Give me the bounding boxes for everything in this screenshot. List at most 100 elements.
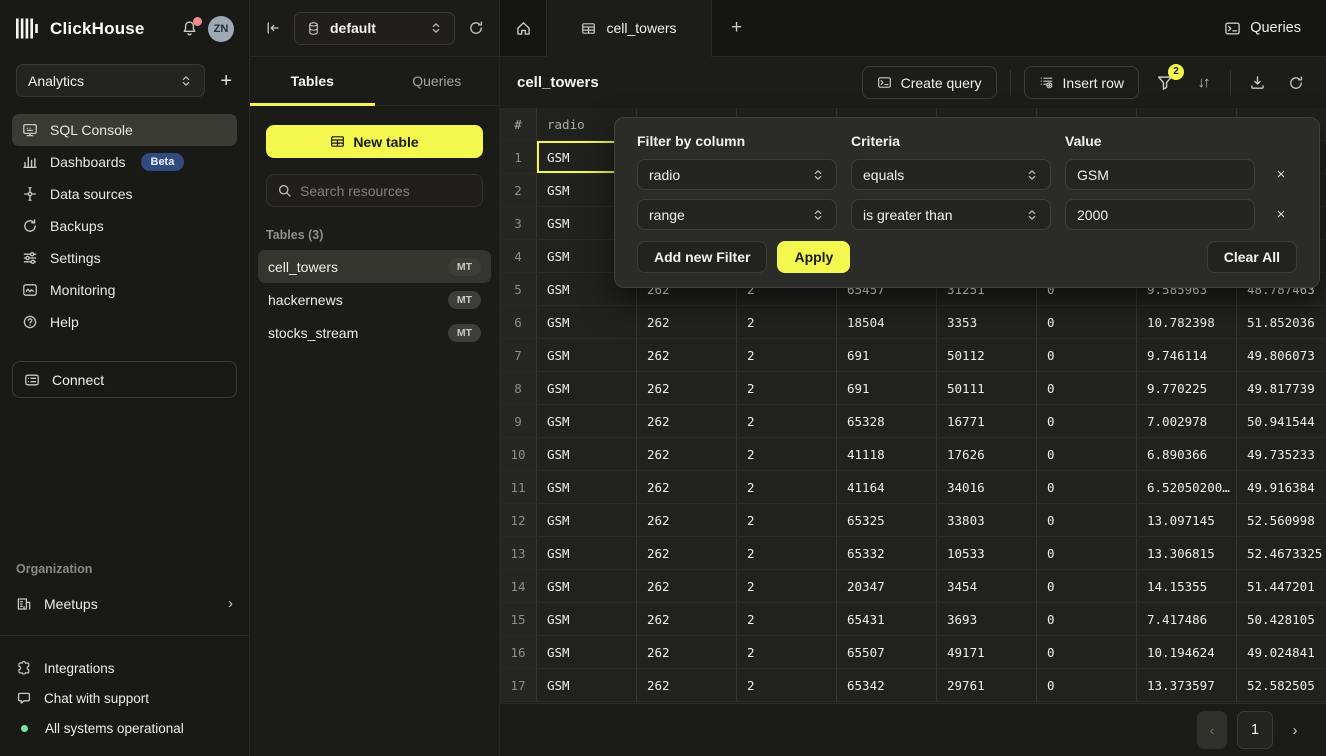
search-box[interactable] bbox=[266, 174, 483, 207]
cell-area[interactable]: 65325 bbox=[837, 504, 937, 536]
cell-cell[interactable]: 17626 bbox=[937, 438, 1037, 470]
cell-radio[interactable]: GSM bbox=[537, 339, 637, 371]
cell-lat[interactable]: 49.024841 bbox=[1237, 636, 1326, 668]
filter-value-input[interactable] bbox=[1077, 207, 1243, 223]
cell-net[interactable]: 2 bbox=[737, 471, 837, 503]
notifications-button[interactable] bbox=[181, 20, 198, 37]
cell-net[interactable]: 2 bbox=[737, 636, 837, 668]
cell-lat[interactable]: 50.428105 bbox=[1237, 603, 1326, 635]
cell-unit[interactable]: 0 bbox=[1037, 339, 1137, 371]
cell-area[interactable]: 65507 bbox=[837, 636, 937, 668]
remove-filter-button[interactable]: × bbox=[1269, 166, 1293, 183]
cell-cell[interactable]: 10533 bbox=[937, 537, 1037, 569]
filter-button[interactable]: 2 bbox=[1152, 74, 1178, 92]
cell-radio[interactable]: GSM bbox=[537, 306, 637, 338]
cell-radio[interactable]: GSM bbox=[537, 471, 637, 503]
cell-mcc[interactable]: 262 bbox=[637, 405, 737, 437]
cell-lat[interactable]: 51.447201 bbox=[1237, 570, 1326, 602]
sidebar-item-settings[interactable]: Settings bbox=[12, 242, 237, 274]
cell-area[interactable]: 65332 bbox=[837, 537, 937, 569]
cell-lon[interactable]: 6.52050200… bbox=[1137, 471, 1237, 503]
cell-mcc[interactable]: 262 bbox=[637, 372, 737, 404]
list-item-stocks-stream[interactable]: stocks_stream MT bbox=[258, 316, 491, 349]
cell-net[interactable]: 2 bbox=[737, 438, 837, 470]
cell-radio[interactable]: GSM bbox=[537, 372, 637, 404]
tab-queries[interactable]: Queries bbox=[375, 57, 500, 105]
sidebar-item-dashboards[interactable]: Dashboards Beta bbox=[12, 146, 237, 178]
tab-tables[interactable]: Tables bbox=[250, 57, 375, 105]
apply-button[interactable]: Apply bbox=[777, 241, 850, 273]
clear-all-button[interactable]: Clear All bbox=[1207, 241, 1297, 273]
filter-value-input[interactable] bbox=[1077, 167, 1243, 183]
new-tab-button[interactable]: + bbox=[712, 0, 761, 56]
cell-cell[interactable]: 49171 bbox=[937, 636, 1037, 668]
cell-mcc[interactable]: 262 bbox=[637, 339, 737, 371]
new-table-button[interactable]: New table bbox=[266, 125, 483, 158]
cell-radio[interactable]: GSM bbox=[537, 405, 637, 437]
cell-net[interactable]: 2 bbox=[737, 537, 837, 569]
cell-mcc[interactable]: 262 bbox=[637, 438, 737, 470]
cell-lon[interactable]: 9.770225 bbox=[1137, 372, 1237, 404]
cell-lon[interactable]: 14.15355 bbox=[1137, 570, 1237, 602]
refresh-button[interactable] bbox=[1283, 75, 1309, 91]
cell-mcc[interactable]: 262 bbox=[637, 570, 737, 602]
cell-lat[interactable]: 50.941544 bbox=[1237, 405, 1326, 437]
cell-cell[interactable]: 34016 bbox=[937, 471, 1037, 503]
cell-lat[interactable]: 51.852036 bbox=[1237, 306, 1326, 338]
cell-lat[interactable]: 49.817739 bbox=[1237, 372, 1326, 404]
cell-unit[interactable]: 0 bbox=[1037, 669, 1137, 701]
cell-lon[interactable]: 7.417486 bbox=[1137, 603, 1237, 635]
home-button[interactable] bbox=[500, 0, 547, 56]
list-item-hackernews[interactable]: hackernews MT bbox=[258, 283, 491, 316]
cell-mcc[interactable]: 262 bbox=[637, 306, 737, 338]
cell-lon[interactable]: 9.746114 bbox=[1137, 339, 1237, 371]
cell-net[interactable]: 2 bbox=[737, 306, 837, 338]
cell-lon[interactable]: 13.373597 bbox=[1137, 669, 1237, 701]
cell-lon[interactable]: 10.782398 bbox=[1137, 306, 1237, 338]
cell-net[interactable]: 2 bbox=[737, 372, 837, 404]
cell-lon[interactable]: 13.097145 bbox=[1137, 504, 1237, 536]
next-page-button[interactable]: › bbox=[1283, 722, 1307, 739]
cell-net[interactable]: 2 bbox=[737, 570, 837, 602]
cell-lat[interactable]: 52.560998 bbox=[1237, 504, 1326, 536]
remove-filter-button[interactable]: × bbox=[1269, 206, 1293, 223]
cell-area[interactable]: 18504 bbox=[837, 306, 937, 338]
cell-cell[interactable]: 50111 bbox=[937, 372, 1037, 404]
filter-criteria-select[interactable]: equals bbox=[851, 159, 1051, 190]
insert-row-button[interactable]: Insert row bbox=[1024, 66, 1139, 99]
cell-unit[interactable]: 0 bbox=[1037, 537, 1137, 569]
tab-cell-towers[interactable]: cell_towers bbox=[547, 0, 712, 56]
cell-area[interactable]: 41118 bbox=[837, 438, 937, 470]
filter-column-select[interactable]: range bbox=[637, 199, 837, 230]
cell-unit[interactable]: 0 bbox=[1037, 570, 1137, 602]
cell-cell[interactable]: 50112 bbox=[937, 339, 1037, 371]
filter-criteria-select[interactable]: is greater than bbox=[851, 199, 1051, 230]
cell-net[interactable]: 2 bbox=[737, 669, 837, 701]
cell-unit[interactable]: 0 bbox=[1037, 603, 1137, 635]
cell-cell[interactable]: 3693 bbox=[937, 603, 1037, 635]
cell-cell[interactable]: 33803 bbox=[937, 504, 1037, 536]
refresh-icon[interactable] bbox=[468, 20, 484, 36]
add-workspace-button[interactable]: + bbox=[220, 71, 232, 91]
filter-column-select[interactable]: radio bbox=[637, 159, 837, 190]
create-query-button[interactable]: Create query bbox=[862, 66, 997, 99]
system-status[interactable]: All systems operational bbox=[0, 713, 249, 743]
cell-area[interactable]: 65342 bbox=[837, 669, 937, 701]
cell-radio[interactable]: GSM bbox=[537, 636, 637, 668]
cell-lat[interactable]: 52.4673325 bbox=[1237, 537, 1326, 569]
cell-unit[interactable]: 0 bbox=[1037, 306, 1137, 338]
cell-area[interactable]: 65431 bbox=[837, 603, 937, 635]
cell-area[interactable]: 20347 bbox=[837, 570, 937, 602]
cell-cell[interactable]: 3454 bbox=[937, 570, 1037, 602]
prev-page-button[interactable]: ‹ bbox=[1197, 711, 1227, 749]
cell-net[interactable]: 2 bbox=[737, 405, 837, 437]
cell-lat[interactable]: 49.806073 bbox=[1237, 339, 1326, 371]
sidebar-item-data-sources[interactable]: Data sources bbox=[12, 178, 237, 210]
cell-radio[interactable]: GSM bbox=[537, 537, 637, 569]
cell-lon[interactable]: 7.002978 bbox=[1137, 405, 1237, 437]
cell-area[interactable]: 691 bbox=[837, 339, 937, 371]
sidebar-item-sql-console[interactable]: SQL Console bbox=[12, 114, 237, 146]
cell-radio[interactable]: GSM bbox=[537, 504, 637, 536]
cell-lon[interactable]: 6.890366 bbox=[1137, 438, 1237, 470]
current-page[interactable]: 1 bbox=[1237, 711, 1273, 749]
